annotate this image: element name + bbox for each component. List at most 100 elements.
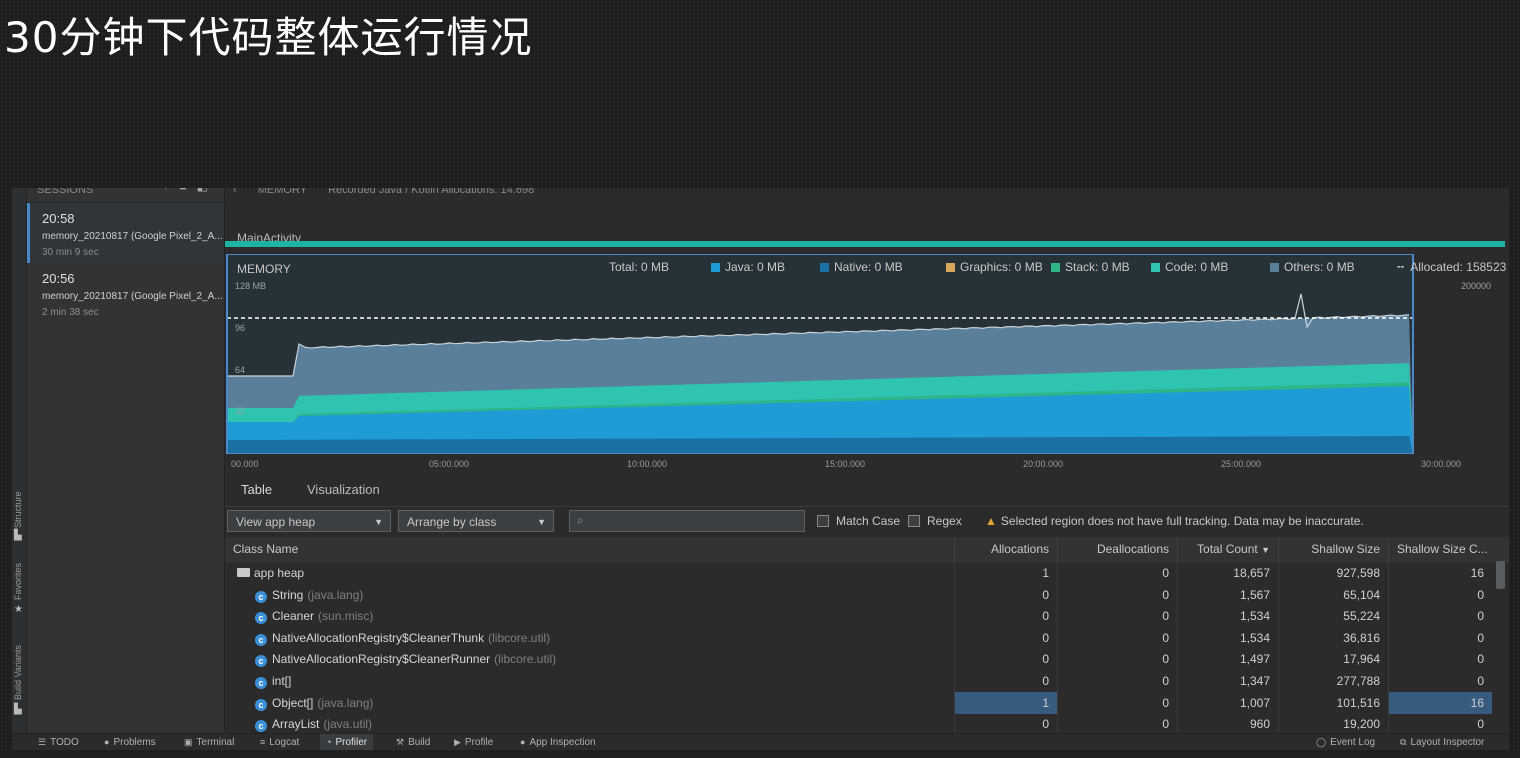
layout-inspector-tab[interactable]: ⧉ Layout Inspector: [1400, 734, 1484, 750]
col-deallocations[interactable]: Deallocations: [1057, 537, 1177, 561]
todo-tab[interactable]: ☰ TODO: [38, 734, 79, 750]
dealloc-cell: 0: [1057, 648, 1177, 671]
class-icon: c: [255, 677, 267, 689]
col-shallow-size[interactable]: Shallow Size: [1278, 537, 1388, 561]
table-row[interactable]: app heap 1 0 18,657 927,598 16: [225, 562, 1495, 584]
sessions-panel: SESSIONS +■◧ 20:58 memory_20210817 (Goog…: [27, 188, 225, 734]
favorites-tab-label: Favorites: [13, 562, 23, 600]
shallow-cell: 277,788: [1278, 670, 1388, 692]
time-tick-label: 20:00.000: [1023, 459, 1064, 469]
time-tick-label: 05:00.000: [429, 459, 470, 469]
col-shallow-size-change[interactable]: Shallow Size C...: [1388, 537, 1492, 561]
table-row[interactable]: c int[] 0 0 1,347 277,788 0: [225, 670, 1495, 692]
app-inspection-tab[interactable]: ● App Inspection: [520, 734, 596, 750]
favorites-tab[interactable]: Favorites ★: [12, 558, 26, 618]
dealloc-cell: 0: [1057, 562, 1177, 584]
alloc-cell: 1: [954, 562, 1057, 584]
event-log-label: Event Log: [1330, 737, 1376, 748]
class-icon: c: [255, 612, 267, 625]
table-row[interactable]: c String (java.lang) 0 0 1,567 65,104 0: [225, 583, 1495, 606]
logcat-tab[interactable]: ≡ Logcat: [260, 734, 299, 750]
shallow-c-cell: 0: [1388, 626, 1492, 649]
profiler-selector[interactable]: MEMORY: [258, 188, 307, 196]
class-table: Class Name Allocations Deallocations Tot…: [225, 537, 1509, 736]
table-header: Class Name Allocations Deallocations Tot…: [225, 537, 1509, 562]
y-axis-right-label: 200000: [1461, 281, 1492, 291]
build-variants-tab[interactable]: Build Variants ▙: [12, 638, 26, 718]
class-name: Cleaner: [272, 609, 315, 624]
terminal-icon: ▣: [184, 737, 193, 747]
stop-session-icon[interactable]: ■: [179, 188, 196, 193]
left-tool-strip: Structure ▙ Favorites ★ Build Variants ▙: [12, 188, 27, 734]
session-duration: 30 min 9 sec: [42, 247, 99, 258]
time-tick-label: 15:00.000: [825, 459, 866, 469]
session-item[interactable]: 20:58 memory_20210817 (Google Pixel_2_A.…: [27, 203, 224, 263]
tab-table[interactable]: Table: [229, 482, 285, 509]
problems-tab[interactable]: ● Problems: [104, 734, 156, 750]
activity-bar[interactable]: [225, 241, 1505, 247]
add-session-icon[interactable]: +: [162, 188, 179, 193]
search-input[interactable]: ⌕: [569, 510, 805, 532]
session-name: memory_20210817 (Google Pixel_2_A...: [42, 291, 223, 302]
session-duration: 2 min 38 sec: [42, 307, 99, 318]
shallow-cell: 19,200: [1278, 713, 1388, 736]
class-package: (java.lang): [317, 695, 374, 710]
legend-total: Total: 0 MB: [609, 260, 669, 274]
match-case-checkbox[interactable]: [817, 515, 829, 527]
arrange-select-value: Arrange by class: [407, 515, 497, 529]
structure-tab-label: Structure: [13, 491, 23, 528]
profiler-tab[interactable]: ◔ Profiler: [320, 734, 374, 750]
slide-title: 30分钟下代码整体运行情况: [4, 13, 533, 62]
table-row[interactable]: c Cleaner (sun.misc) 0 0 1,534 55,224 0: [225, 605, 1495, 628]
profiler-toolbar: ‹ MEMORY Recorded Java / Kotlin Allocati…: [225, 188, 1509, 203]
col-allocations[interactable]: Allocations: [954, 537, 1057, 561]
legend-stack: Stack: 0 MB: [1051, 260, 1130, 274]
build-variants-icon: ▙: [14, 704, 22, 715]
shallow-c-cell: 0: [1388, 670, 1492, 692]
table-row[interactable]: c NativeAllocationRegistry$CleanerThunk (l…: [225, 626, 1495, 649]
memory-chart[interactable]: MEMORY 128 MB 96 64 32 200000 Total: 0 M…: [225, 254, 1506, 454]
table-row[interactable]: c NativeAllocationRegistry$CleanerRunner(…: [225, 648, 1495, 671]
table-scrollbar[interactable]: [1496, 561, 1505, 589]
event-log-tab[interactable]: ◯ Event Log: [1316, 734, 1375, 750]
build-tab[interactable]: ⚒ Build: [396, 734, 430, 750]
structure-tab[interactable]: Structure ▙: [12, 488, 26, 548]
shallow-cell: 17,964: [1278, 648, 1388, 671]
session-item[interactable]: 20:56 memory_20210817 (Google Pixel_2_A.…: [27, 263, 224, 323]
class-name-cell: c String (java.lang): [225, 584, 954, 606]
allocated-dash-icon: ╌: [1397, 260, 1405, 274]
layout-inspector-label: Layout Inspector: [1410, 737, 1485, 748]
chart-unselected-region: [1413, 254, 1505, 454]
y-axis-label: 96: [235, 323, 246, 333]
shallow-cell: 927,598: [1278, 562, 1388, 584]
terminal-tab[interactable]: ▣ Terminal: [184, 734, 234, 750]
time-tick-label: 10:00.000: [627, 459, 668, 469]
profile-tab[interactable]: ▶ Profile: [454, 734, 493, 750]
class-name: NativeAllocationRegistry$CleanerRunner: [272, 652, 491, 667]
arrange-select[interactable]: Arrange by class ▼: [398, 510, 554, 532]
table-row[interactable]: c Object[] (java.lang) 1 0 1,007 101,516 16: [225, 691, 1495, 714]
layout-inspector-icon: ⧉: [1400, 737, 1407, 747]
layout-icon[interactable]: ◧: [197, 188, 218, 193]
regex-checkbox[interactable]: [908, 515, 920, 527]
back-icon[interactable]: ‹: [233, 188, 237, 196]
total-cell: 18,657: [1177, 562, 1278, 584]
col-total-count[interactable]: Total Count ▼: [1177, 537, 1278, 561]
col-class-name[interactable]: Class Name: [225, 537, 954, 561]
tab-visualization[interactable]: Visualization: [295, 482, 392, 507]
dealloc-cell: 0: [1057, 670, 1177, 692]
class-icon: c: [255, 633, 267, 646]
legend-code: Code: 0 MB: [1151, 260, 1228, 274]
legend-java-label: Java: 0 MB: [725, 260, 786, 274]
dealloc-cell: 0: [1057, 605, 1177, 628]
hammer-icon: ⚒: [396, 737, 405, 747]
class-icon: c: [255, 720, 267, 733]
table-row[interactable]: c ArrayList (java.util) 0 0 960 19,200 0: [225, 713, 1495, 736]
total-cell: 1,534: [1177, 626, 1278, 649]
heap-select[interactable]: View app heap ▼: [227, 510, 391, 532]
filter-bar: View app heap ▼ Arrange by class ▼ ⌕ Match…: [225, 507, 1509, 537]
profiler-icon: ◔: [326, 737, 332, 747]
sessions-header: SESSIONS +■◧: [27, 188, 224, 203]
build-label: Build: [408, 737, 431, 748]
total-cell: 1,007: [1177, 691, 1278, 714]
